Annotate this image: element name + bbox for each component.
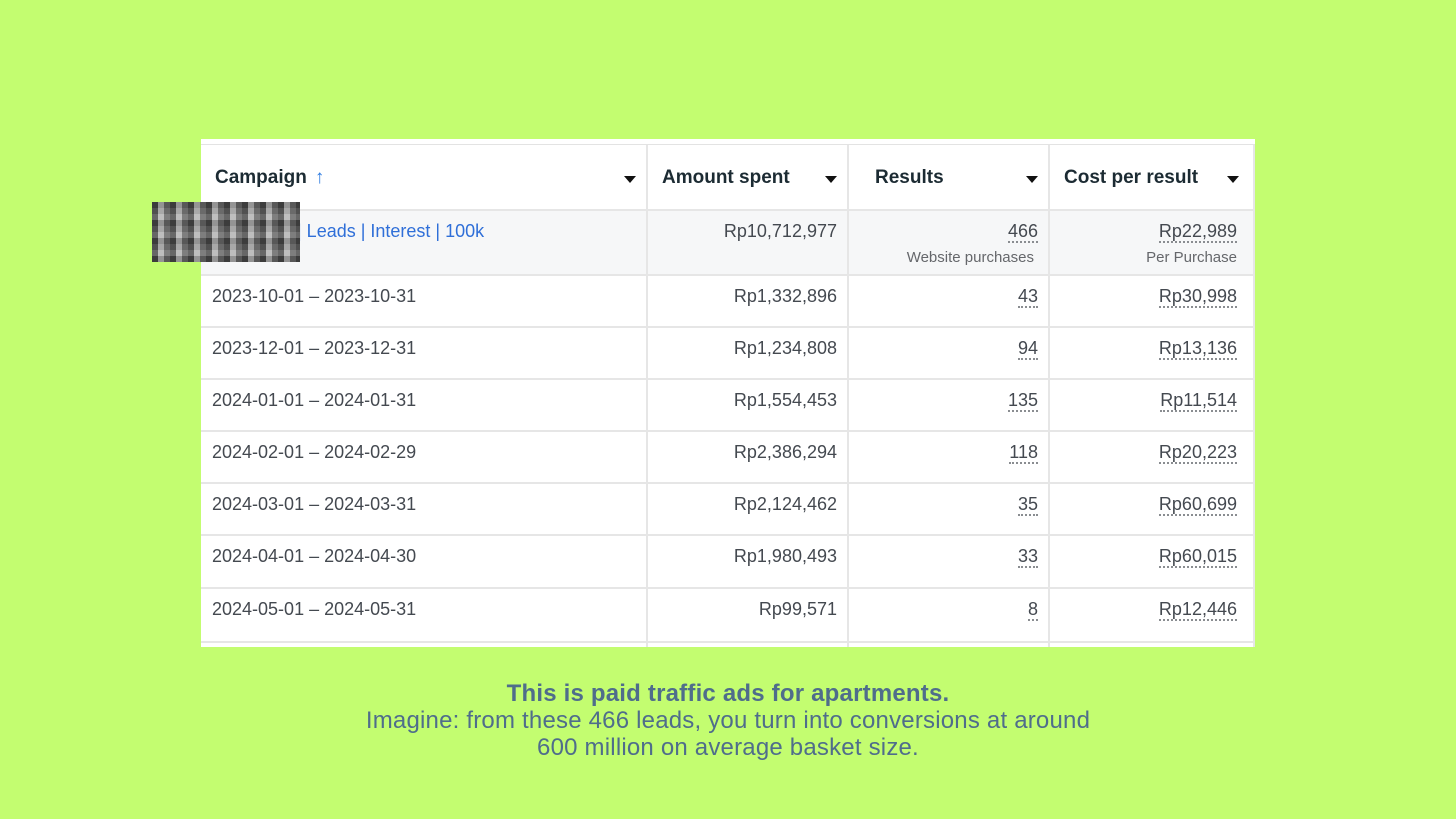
column-header-results[interactable]: Results	[849, 145, 1050, 209]
table-row-partial	[201, 643, 1255, 647]
caption-line-1: Imagine: from these 466 leads, you turn …	[365, 707, 1091, 734]
row-results[interactable]: 118	[1009, 442, 1038, 464]
caption: This is paid traffic ads for apartments.…	[0, 680, 1456, 761]
row-amount-spent: Rp99,571	[758, 599, 837, 619]
row-date-range: 2024-05-01 – 2024-05-31	[212, 599, 417, 619]
row-results[interactable]: 135	[1007, 390, 1038, 412]
row-cost-per-result[interactable]: Rp20,223	[1158, 442, 1237, 464]
row-results[interactable]: 33	[1017, 546, 1038, 568]
row-amount-spent: Rp1,332,896	[733, 286, 837, 306]
row-date-range: 2024-01-01 – 2024-01-31	[212, 390, 417, 410]
dropdown-caret-icon[interactable]	[825, 176, 837, 183]
row-cost-per-result[interactable]: Rp13,136	[1158, 338, 1237, 360]
row-amount-spent: Rp1,554,453	[733, 390, 837, 410]
campaign-header-label: Campaign	[215, 167, 307, 188]
row-date-range: 2023-12-01 – 2023-12-31	[212, 338, 417, 358]
amount-spent-header-label: Amount spent	[662, 167, 790, 188]
campaign-name-link[interactable]: | Leads | Interest | 100k	[297, 221, 484, 242]
table-row: 2024-05-01 – 2024-05-31 Rp99,571 8 Rp12,…	[201, 589, 1255, 643]
sort-ascending-icon[interactable]: ↑	[315, 167, 325, 188]
row-results[interactable]: 43	[1017, 286, 1038, 308]
campaign-table: Campaign ↑ Amount spent Results Cost per …	[201, 139, 1255, 647]
row-cost-per-result[interactable]: Rp60,699	[1158, 494, 1237, 516]
row-amount-spent: Rp2,124,462	[733, 494, 837, 514]
table-row: 2024-04-01 – 2024-04-30 Rp1,980,493 33 R…	[201, 536, 1255, 589]
caption-line-2: 600 million on average basket size.	[537, 734, 919, 761]
row-amount-spent: Rp2,386,294	[733, 442, 837, 462]
total-cost-per-result[interactable]: Rp22,989	[1158, 221, 1237, 243]
results-type-label: Website purchases	[906, 249, 1034, 266]
dropdown-caret-icon[interactable]	[1026, 176, 1038, 183]
redacted-campaign-name	[152, 202, 300, 262]
row-cost-per-result[interactable]: Rp12,446	[1158, 599, 1237, 621]
table-row: 2024-03-01 – 2024-03-31 Rp2,124,462 35 R…	[201, 484, 1255, 536]
total-results[interactable]: 466	[1007, 221, 1038, 243]
row-amount-spent: Rp1,234,808	[733, 338, 837, 358]
row-cost-per-result[interactable]: Rp60,015	[1158, 546, 1237, 568]
total-amount-spent: Rp10,712,977	[723, 221, 837, 241]
row-date-range: 2024-04-01 – 2024-04-30	[212, 546, 417, 566]
results-header-label: Results	[875, 167, 944, 188]
dropdown-caret-icon[interactable]	[624, 176, 636, 183]
table-row: 2024-01-01 – 2024-01-31 Rp1,554,453 135 …	[201, 380, 1255, 432]
row-results[interactable]: 35	[1017, 494, 1038, 516]
row-amount-spent: Rp1,980,493	[733, 546, 837, 566]
dropdown-caret-icon[interactable]	[1227, 176, 1239, 183]
row-date-range: 2023-10-01 – 2023-10-31	[212, 286, 417, 306]
table-row: 2023-10-01 – 2023-10-31 Rp1,332,896 43 R…	[201, 276, 1255, 328]
row-cost-per-result[interactable]: Rp11,514	[1160, 390, 1237, 412]
column-header-cost-per-result[interactable]: Cost per result	[1050, 145, 1255, 209]
row-date-range: 2024-03-01 – 2024-03-31	[212, 494, 417, 514]
campaign-total-row: | Leads | Interest | 100k Rp10,712,977 4…	[201, 211, 1255, 276]
table-row: 2024-02-01 – 2024-02-29 Rp2,386,294 118 …	[201, 432, 1255, 484]
table-row: 2023-12-01 – 2023-12-31 Rp1,234,808 94 R…	[201, 328, 1255, 380]
cost-type-label: Per Purchase	[1146, 249, 1237, 266]
column-header-campaign[interactable]: Campaign ↑	[201, 145, 648, 209]
row-cost-per-result[interactable]: Rp30,998	[1158, 286, 1237, 308]
cost-per-result-header-label: Cost per result	[1064, 167, 1199, 188]
caption-heading: This is paid traffic ads for apartments.	[506, 680, 950, 707]
row-results[interactable]: 94	[1017, 338, 1038, 360]
row-results[interactable]: 8	[1027, 599, 1038, 621]
table-header: Campaign ↑ Amount spent Results Cost per …	[201, 145, 1255, 211]
row-date-range: 2024-02-01 – 2024-02-29	[212, 442, 417, 462]
column-header-amount-spent[interactable]: Amount spent	[648, 145, 849, 209]
